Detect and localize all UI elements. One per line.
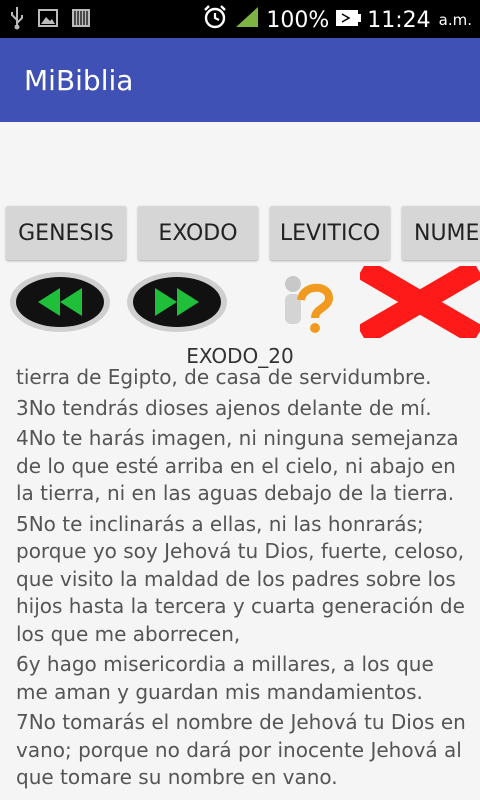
app-title: MiBiblia [24,64,134,97]
book-button-exodo[interactable]: EXODO [138,206,258,260]
previous-chapter-button[interactable] [6,268,114,340]
close-button[interactable] [356,258,480,346]
verse-text: 6y hago misericordia a millares, a los q… [16,652,434,704]
verse-text: 5No te inclinarás a ellas, ni las honrar… [16,511,465,646]
usb-icon [10,6,24,34]
verse-text: 7No tomarás el nombre de Jehová tu Dios … [16,710,466,789]
chapter-navigation [0,258,480,346]
close-x-icon [356,258,480,346]
battery-icon [335,8,362,33]
status-right: 100% 11:24 a.m. [202,4,472,36]
status-bar: 100% 11:24 a.m. [0,0,480,38]
signal-icon [234,5,260,35]
verse-text: 3No tendrás dioses ajenos delante de mí. [16,395,432,420]
verse-text: 4No te harás imagen, ni ninguna semejanz… [16,426,459,505]
battery-percent: 100% [266,7,330,33]
book-button-genesis[interactable]: GENESIS [6,206,126,260]
clock-time: 11:24 [367,7,431,33]
status-left-icons [10,6,90,34]
barcode-icon [72,7,90,33]
main-content: GENESIS EXODO LEVITICO NUME EXODO_20 tie… [0,122,480,800]
rewind-icon [8,270,112,338]
next-chapter-button[interactable] [122,268,232,340]
verse-text: tierra de Egipto, de casa de servidumbre… [16,365,432,389]
app-bar: MiBiblia [0,38,480,122]
book-button-levitico[interactable]: LEVITICO [270,206,390,260]
image-icon [38,8,58,32]
book-selector: GENESIS EXODO LEVITICO NUME [6,206,480,260]
alarm-icon [202,4,228,36]
verse-list: tierra de Egipto, de casa de servidumbre… [16,364,466,795]
help-question-icon [251,270,351,338]
help-button[interactable] [246,268,356,340]
book-button-numeros[interactable]: NUME [402,206,480,260]
clock-ampm: a.m. [438,11,472,29]
fast-forward-icon [125,270,229,338]
